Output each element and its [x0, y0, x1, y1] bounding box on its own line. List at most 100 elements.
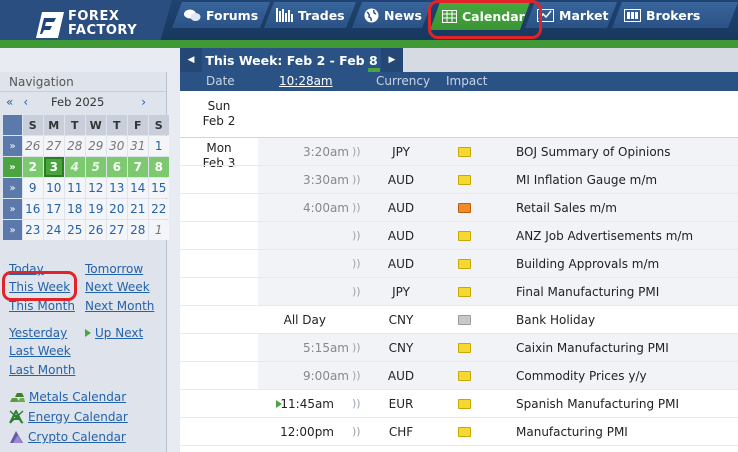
impact-low-icon[interactable] [458, 399, 471, 409]
event-title[interactable]: Caixin Manufacturing PMI [516, 341, 669, 355]
calendar-day[interactable]: 22 [148, 199, 169, 219]
calendar-day[interactable]: 15 [148, 178, 169, 198]
impact-low-icon[interactable] [458, 287, 471, 297]
event-title[interactable]: Bank Holiday [516, 313, 595, 327]
select-week-button[interactable]: » [3, 157, 22, 177]
calendar-day[interactable]: 19 [85, 199, 106, 219]
event-title[interactable]: Final Manufacturing PMI [516, 285, 659, 299]
sound-icon[interactable]: )) [352, 257, 361, 270]
event-title[interactable]: Manufacturing PMI [516, 425, 628, 439]
metals-calendar-link[interactable]: Metals Calendar [9, 390, 126, 404]
calendar-day[interactable]: 26 [22, 136, 43, 156]
select-week-button[interactable]: » [3, 178, 22, 198]
impact-low-icon[interactable] [458, 175, 471, 185]
link-this-month[interactable]: This Month [9, 299, 75, 313]
event-title[interactable]: Spanish Manufacturing PMI [516, 397, 679, 411]
calendar-day[interactable]: 8 [148, 157, 169, 177]
calendar-day[interactable]: 7 [127, 157, 148, 177]
tab-news[interactable]: News [352, 2, 432, 28]
calendar-day[interactable]: 1 [148, 220, 169, 240]
sound-icon[interactable]: )) [352, 145, 361, 158]
calendar-day[interactable]: 28 [64, 136, 85, 156]
calendar-day[interactable]: 11 [64, 178, 85, 198]
tab-forums[interactable]: Forums [172, 2, 270, 28]
crypto-calendar-link[interactable]: Crypto Calendar [9, 430, 126, 444]
link-up-next[interactable]: Up Next [95, 326, 143, 340]
link-next-week[interactable]: Next Week [85, 280, 150, 294]
table-row[interactable]: )) AUD ANZ Job Advertisements m/m [180, 222, 738, 250]
sound-icon[interactable]: )) [352, 369, 361, 382]
impact-low-icon[interactable] [458, 147, 471, 157]
calendar-day[interactable]: 25 [64, 220, 85, 240]
link-last-week[interactable]: Last Week [9, 344, 71, 358]
table-row[interactable]: 5:15am )) CNY Caixin Manufacturing PMI [180, 334, 738, 362]
table-row[interactable]: 12:00pm )) CHF Manufacturing PMI [180, 418, 738, 446]
link-next-month[interactable]: Next Month [85, 299, 154, 313]
calendar-day[interactable]: 28 [127, 220, 148, 240]
calendar-day[interactable]: 27 [106, 220, 127, 240]
calendar-day[interactable]: 30 [106, 136, 127, 156]
calendar-day-today[interactable]: 3 [43, 157, 64, 177]
sound-icon[interactable]: )) [352, 341, 361, 354]
prev-year-button[interactable]: « [6, 95, 13, 109]
up-next-group[interactable]: Up Next [85, 326, 143, 340]
next-month-button[interactable]: › [141, 95, 146, 109]
table-row[interactable]: 3:20am )) JPY BOJ Summary of Opinions [180, 138, 738, 166]
sound-icon[interactable]: )) [352, 425, 361, 438]
calendar-day[interactable]: 31 [127, 136, 148, 156]
impact-low-icon[interactable] [458, 427, 471, 437]
calendar-day[interactable]: 5 [85, 157, 106, 177]
sound-icon[interactable]: )) [352, 173, 361, 186]
sound-icon[interactable]: )) [352, 397, 361, 410]
sound-icon[interactable]: )) [352, 229, 361, 242]
table-row[interactable]: )) AUD Building Approvals m/m [180, 250, 738, 278]
energy-calendar-link[interactable]: Energy Calendar [9, 410, 128, 424]
calendar-day[interactable]: 27 [43, 136, 64, 156]
table-row[interactable]: All Day CNY Bank Holiday [180, 306, 738, 334]
calendar-day[interactable]: 4 [64, 157, 85, 177]
table-row[interactable]: 3:30am )) AUD MI Inflation Gauge m/m [180, 166, 738, 194]
tab-trades[interactable]: Trades [264, 2, 356, 28]
prev-week-button[interactable]: ◀ [180, 48, 202, 72]
calendar-day[interactable]: 14 [127, 178, 148, 198]
calendar-day[interactable]: 6 [106, 157, 127, 177]
table-row[interactable]: 4:00am )) AUD Retail Sales m/m [180, 194, 738, 222]
impact-medium-icon[interactable] [458, 203, 471, 213]
link-last-month[interactable]: Last Month [9, 363, 75, 377]
impact-low-icon[interactable] [458, 343, 471, 353]
calendar-day[interactable]: 10 [43, 178, 64, 198]
link-tomorrow[interactable]: Tomorrow [85, 262, 143, 276]
select-week-button[interactable]: » [3, 136, 22, 156]
column-time-current[interactable]: 10:28am [279, 74, 333, 88]
event-title[interactable]: ANZ Job Advertisements m/m [516, 229, 693, 243]
event-title[interactable]: Retail Sales m/m [516, 201, 617, 215]
calendar-day[interactable]: 26 [85, 220, 106, 240]
calendar-day[interactable]: 1 [148, 136, 169, 156]
next-week-button[interactable]: ▶ [381, 48, 403, 72]
calendar-day[interactable]: 24 [43, 220, 64, 240]
calendar-day[interactable]: 29 [85, 136, 106, 156]
impact-low-icon[interactable] [458, 259, 471, 269]
calendar-day[interactable]: 17 [43, 199, 64, 219]
calendar-day[interactable]: 18 [64, 199, 85, 219]
tab-brokers[interactable]: Brokers [612, 2, 738, 28]
calendar-day[interactable]: 21 [127, 199, 148, 219]
table-row[interactable]: 9:00am )) AUD Commodity Prices y/y [180, 362, 738, 390]
calendar-day[interactable]: 9 [22, 178, 43, 198]
calendar-day[interactable]: 2 [22, 157, 43, 177]
link-yesterday[interactable]: Yesterday [9, 326, 67, 340]
event-title[interactable]: MI Inflation Gauge m/m [516, 173, 657, 187]
impact-low-icon[interactable] [458, 231, 471, 241]
calendar-day[interactable]: 13 [106, 178, 127, 198]
event-title[interactable]: BOJ Summary of Opinions [516, 145, 671, 159]
impact-holiday-icon[interactable] [458, 315, 471, 325]
table-row[interactable]: )) JPY Final Manufacturing PMI [180, 278, 738, 306]
event-title[interactable]: Commodity Prices y/y [516, 369, 647, 383]
table-row-up-next[interactable]: 11:45am )) EUR Spanish Manufacturing PMI [180, 390, 738, 418]
calendar-day[interactable]: 20 [106, 199, 127, 219]
calendar-day[interactable]: 16 [22, 199, 43, 219]
calendar-day[interactable]: 12 [85, 178, 106, 198]
sound-icon[interactable]: )) [352, 285, 361, 298]
sound-icon[interactable]: )) [352, 201, 361, 214]
calendar-day[interactable]: 23 [22, 220, 43, 240]
